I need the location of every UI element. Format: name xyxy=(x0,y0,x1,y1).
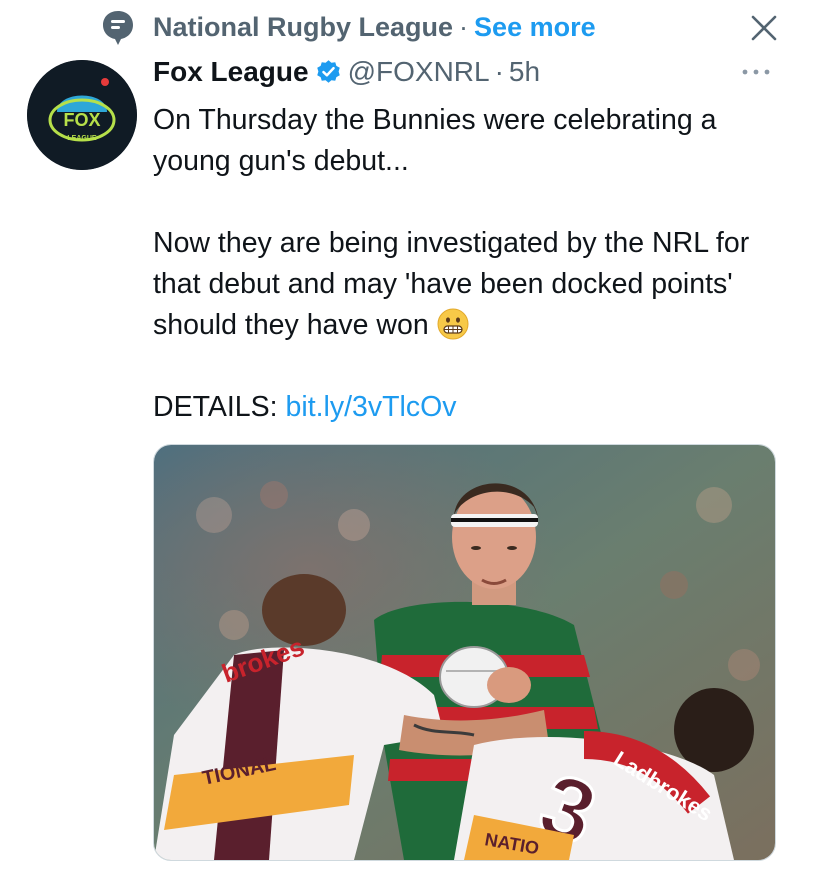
tweet-details-line: DETAILS: bit.ly/3vTlcOv xyxy=(153,387,793,428)
fox-league-logo: FOX LEAGUE xyxy=(27,60,137,170)
tweet-text: On Thursday the Bunnies were celebrating… xyxy=(153,100,793,428)
more-options-icon[interactable] xyxy=(738,62,774,82)
topic-line: National Rugby League · See more xyxy=(153,12,596,43)
details-label: DETAILS: xyxy=(153,391,278,423)
tweet-time[interactable]: 5h xyxy=(509,56,540,87)
author-handle[interactable]: @FOXNRL xyxy=(348,56,490,87)
verified-badge-icon xyxy=(316,60,340,83)
topic-pin-icon xyxy=(103,11,133,45)
author-avatar[interactable]: FOX LEAGUE xyxy=(27,60,137,170)
details-link[interactable]: bit.ly/3vTlcOv xyxy=(286,391,457,423)
time-separator: · xyxy=(494,56,504,87)
topic-label[interactable]: National Rugby League xyxy=(153,12,453,42)
avatar-logo-subtext: LEAGUE xyxy=(67,135,97,142)
tweet-media-image[interactable]: TIONAL brokes Ladbrokes 3 NATIO xyxy=(153,444,776,861)
author-row: Fox League @FOXNRL · 5h xyxy=(153,56,540,92)
see-more-link[interactable]: See more xyxy=(474,12,596,42)
rugby-tackle-photo: TIONAL brokes Ladbrokes 3 NATIO xyxy=(154,445,775,860)
avatar-logo-text: FOX xyxy=(63,110,100,130)
grimacing-face-emoji xyxy=(437,308,469,340)
tweet-paragraph-2: Now they are being investigated by the N… xyxy=(153,223,793,346)
topic-header: National Rugby League · See more xyxy=(0,0,815,58)
tweet-paragraph-1: On Thursday the Bunnies were celebrating… xyxy=(153,104,717,177)
topic-separator: · xyxy=(459,12,469,42)
author-name[interactable]: Fox League xyxy=(153,56,309,87)
close-icon[interactable] xyxy=(748,12,780,44)
